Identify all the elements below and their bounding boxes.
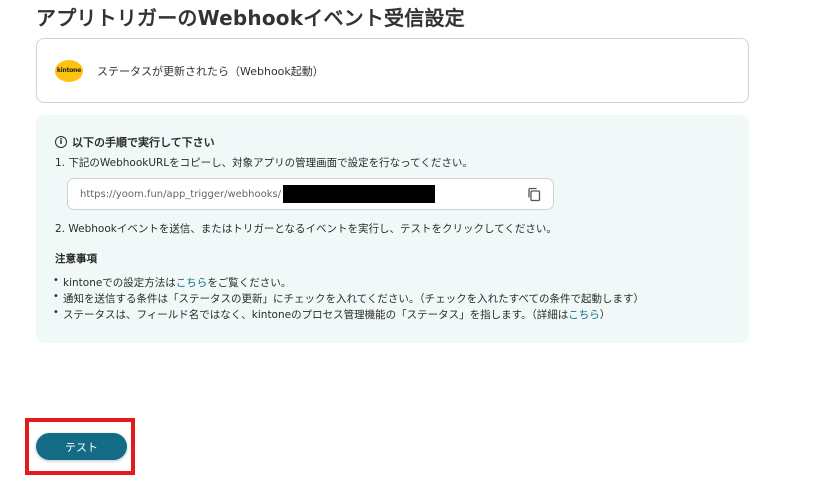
kintone-logo: kintone bbox=[55, 59, 83, 82]
note-3-before: ステータスは、フィールド名ではなく、kintoneのプロセス管理機能の「ステータ… bbox=[63, 309, 569, 321]
info-icon: i bbox=[55, 136, 67, 148]
note-1-before: kintoneでの設定方法は bbox=[63, 277, 176, 289]
kintone-logo-text: kintone bbox=[56, 67, 82, 74]
instructions-heading: i 以下の手順で実行して下さい bbox=[55, 134, 215, 150]
step-2-text: 2. Webhookイベントを送信、またはトリガーとなるイベントを実行し、テスト… bbox=[55, 223, 557, 235]
instructions-heading-text: 以下の手順で実行して下さい bbox=[72, 136, 215, 149]
notes-list: kintoneでの設定方法はこちらをご覧ください。 通知を送信する条件は「ステー… bbox=[53, 275, 644, 323]
copy-icon[interactable] bbox=[527, 187, 541, 202]
webhook-url-redaction bbox=[283, 185, 436, 203]
step-1-text: 1. 下記のWebhookURLをコピーし、対象アプリの管理画面で設定を行なって… bbox=[55, 157, 473, 169]
webhook-url-text: https://yoom.fun/app_trigger/webhooks/ bbox=[80, 188, 282, 200]
note-1-after: をご覧ください。 bbox=[207, 277, 292, 289]
trigger-label: ステータスが更新されたら（Webhook起動） bbox=[97, 64, 324, 78]
notes-heading: 注意事項 bbox=[55, 253, 97, 265]
note-3-after: ） bbox=[599, 309, 611, 321]
trigger-card: kintone ステータスが更新されたら（Webhook起動） bbox=[36, 38, 749, 103]
note-item-2: 通知を送信する条件は「ステータスの更新」にチェックを入れてください。（チェックを… bbox=[53, 291, 644, 307]
note-item-1: kintoneでの設定方法はこちらをご覧ください。 bbox=[53, 275, 644, 291]
test-button[interactable]: テスト bbox=[36, 433, 127, 460]
note-item-3: ステータスは、フィールド名ではなく、kintoneのプロセス管理機能の「ステータ… bbox=[53, 307, 644, 323]
page-title: アプリトリガーのWebhookイベント受信設定 bbox=[36, 6, 465, 30]
status-details-link[interactable]: こちら bbox=[568, 309, 600, 321]
kintone-setup-link[interactable]: こちら bbox=[176, 277, 208, 289]
webhook-url-field[interactable]: https://yoom.fun/app_trigger/webhooks/ bbox=[67, 178, 554, 210]
instructions-panel: i 以下の手順で実行して下さい 1. 下記のWebhookURLをコピーし、対象… bbox=[36, 115, 749, 343]
